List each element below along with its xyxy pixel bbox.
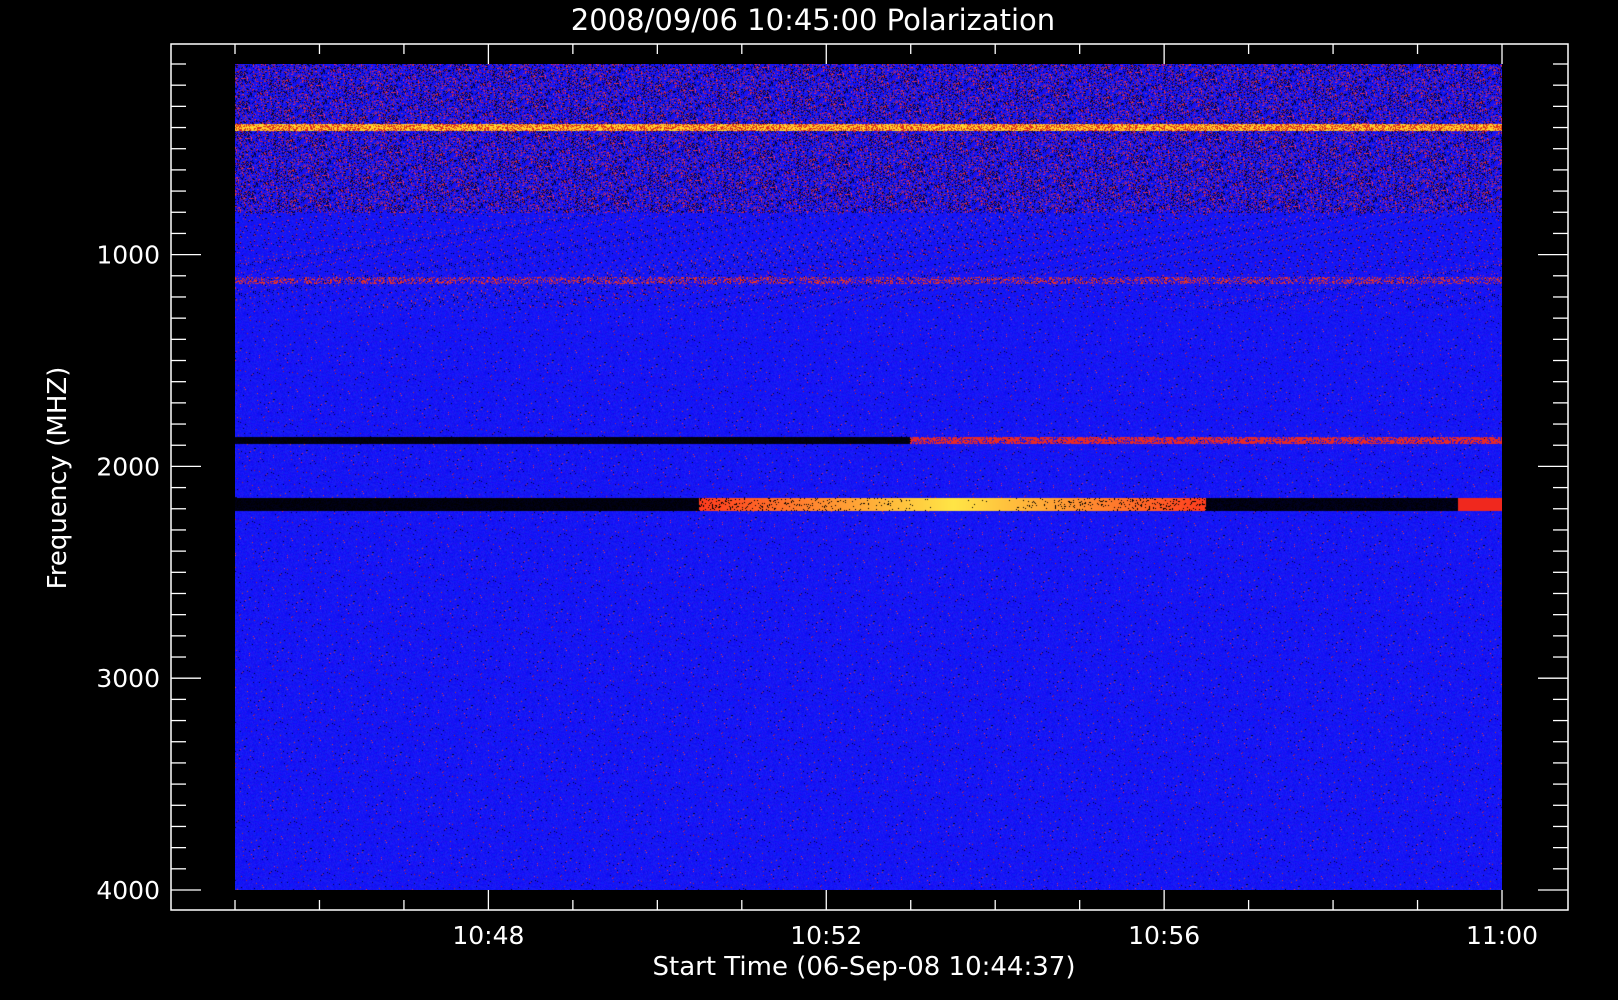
x-tick-label: 11:00 bbox=[1466, 921, 1538, 950]
x-tick-label: 10:48 bbox=[452, 921, 524, 950]
x-tick-label: 10:52 bbox=[790, 921, 862, 950]
y-tick-label: 2000 bbox=[96, 452, 160, 481]
x-tick-label: 10:56 bbox=[1128, 921, 1200, 950]
spectrogram-heatmap bbox=[235, 64, 1502, 890]
y-tick-label: 4000 bbox=[96, 876, 160, 905]
chart-title: 2008/09/06 10:45:00 Polarization bbox=[571, 3, 1055, 37]
y-tick-label: 3000 bbox=[96, 664, 160, 693]
y-tick-label: 1000 bbox=[96, 241, 160, 270]
x-axis-label: Start Time (06-Sep-08 10:44:37) bbox=[653, 952, 1076, 982]
y-axis-label: Frequency (MHZ) bbox=[43, 367, 73, 590]
